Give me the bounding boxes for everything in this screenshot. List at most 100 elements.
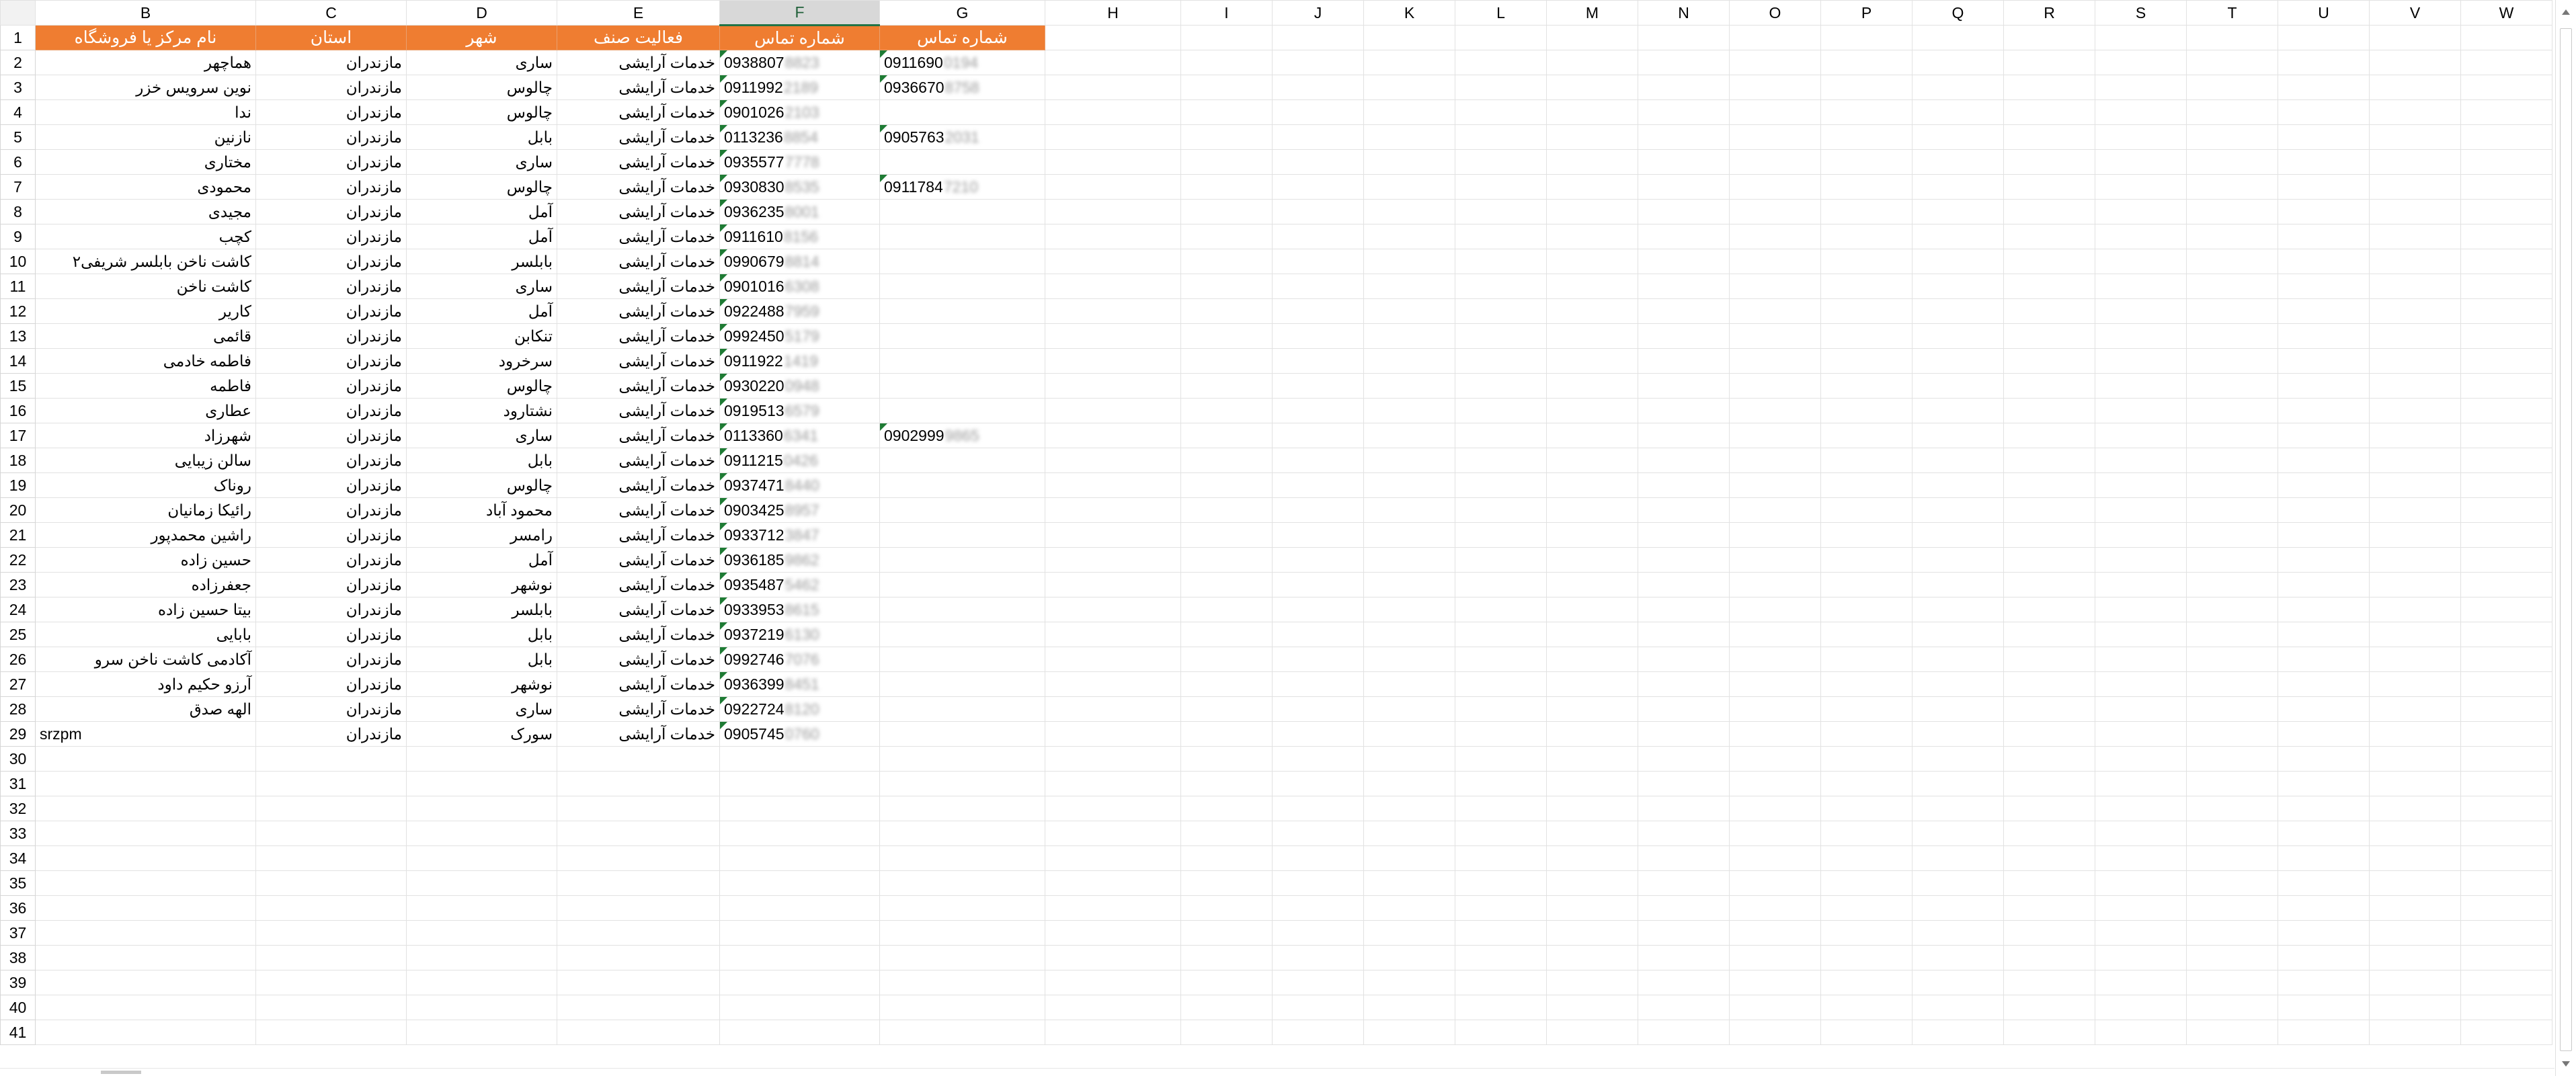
cell-name[interactable]: قائمی <box>35 323 256 349</box>
cell[interactable] <box>2278 895 2370 921</box>
cell[interactable] <box>1912 199 2004 224</box>
cell[interactable] <box>2186 821 2278 846</box>
cell-province[interactable]: مازندران <box>255 398 407 423</box>
error-indicator-icon[interactable] <box>720 200 727 207</box>
error-indicator-icon[interactable] <box>720 548 727 555</box>
cell[interactable] <box>1638 199 1730 224</box>
cell[interactable] <box>1729 995 1821 1020</box>
cell[interactable] <box>1729 174 1821 200</box>
cell[interactable] <box>2278 522 2370 548</box>
cell[interactable] <box>1045 771 1181 796</box>
cell[interactable] <box>2460 298 2552 324</box>
cell[interactable] <box>1820 647 1913 672</box>
cell[interactable] <box>1272 572 1364 597</box>
cell-activity[interactable]: خدمات آرایشی <box>557 99 720 125</box>
cell[interactable] <box>1363 274 1455 299</box>
cell[interactable] <box>1045 821 1181 846</box>
cell-phone-1[interactable]: 09010262103 <box>719 99 880 125</box>
cell[interactable] <box>406 771 557 796</box>
cell[interactable] <box>2003 75 2095 100</box>
cell[interactable] <box>1729 895 1821 921</box>
header-cell-phone-2[interactable]: شماره تماس <box>879 25 1045 50</box>
cell[interactable] <box>719 970 880 995</box>
cell[interactable] <box>2095 671 2187 697</box>
cell-city[interactable]: آمل <box>406 224 557 249</box>
header-cell-activity[interactable]: فعالیت صنف <box>557 25 720 50</box>
cell[interactable] <box>1180 75 1273 100</box>
cell[interactable] <box>2369 274 2461 299</box>
cell-phone-1[interactable]: 09361859862 <box>719 547 880 573</box>
cell[interactable] <box>2278 547 2370 573</box>
cell-city[interactable]: ساری <box>406 50 557 75</box>
cell[interactable] <box>1546 721 1638 747</box>
cell[interactable] <box>1363 696 1455 722</box>
row-header[interactable]: 1 <box>0 25 36 50</box>
cell-activity[interactable]: خدمات آرایشی <box>557 398 720 423</box>
cell[interactable] <box>879 945 1045 970</box>
cell-activity[interactable]: خدمات آرایشی <box>557 249 720 274</box>
cell-name[interactable]: نازنین <box>35 124 256 150</box>
cell[interactable] <box>2460 124 2552 150</box>
row-header[interactable]: 36 <box>0 895 36 921</box>
cell-city[interactable]: تنکابن <box>406 323 557 349</box>
cell[interactable] <box>1912 746 2004 772</box>
cell[interactable] <box>1180 25 1273 50</box>
cell[interactable] <box>1180 821 1273 846</box>
cell[interactable] <box>1363 398 1455 423</box>
cell[interactable] <box>2369 945 2461 970</box>
cell[interactable] <box>2278 298 2370 324</box>
cell-name[interactable]: ندا <box>35 99 256 125</box>
cell[interactable] <box>2369 75 2461 100</box>
cell[interactable] <box>2003 497 2095 523</box>
cell[interactable] <box>2095 696 2187 722</box>
cell-activity[interactable]: خدمات آرایشی <box>557 174 720 200</box>
row-header[interactable]: 37 <box>0 920 36 946</box>
cell[interactable] <box>1729 323 1821 349</box>
cell[interactable] <box>1912 99 2004 125</box>
cell[interactable] <box>1638 398 1730 423</box>
cell[interactable] <box>1272 796 1364 821</box>
cell[interactable] <box>2095 99 2187 125</box>
cell[interactable] <box>1045 597 1181 622</box>
row-header[interactable]: 27 <box>0 671 36 697</box>
cell[interactable] <box>2003 472 2095 498</box>
cell[interactable] <box>2278 398 2370 423</box>
cell[interactable] <box>1272 547 1364 573</box>
cell[interactable] <box>1638 323 1730 349</box>
cell-city[interactable]: بابلسر <box>406 597 557 622</box>
cell-phone-2[interactable]: 09057632031 <box>879 124 1045 150</box>
cell[interactable] <box>1045 249 1181 274</box>
cell[interactable] <box>1363 323 1455 349</box>
cell[interactable] <box>1912 174 2004 200</box>
cell[interactable] <box>1272 920 1364 946</box>
cell-phone-2[interactable] <box>879 348 1045 374</box>
cell[interactable] <box>1272 224 1364 249</box>
cell[interactable] <box>1820 124 1913 150</box>
cell[interactable] <box>1180 597 1273 622</box>
cell-activity[interactable]: خدمات آرایشی <box>557 75 720 100</box>
cell[interactable] <box>1180 945 1273 970</box>
cell[interactable] <box>2186 597 2278 622</box>
cell[interactable] <box>719 995 880 1020</box>
cell[interactable] <box>557 920 720 946</box>
cell[interactable] <box>2186 298 2278 324</box>
cell[interactable] <box>1272 945 1364 970</box>
cell[interactable] <box>1272 696 1364 722</box>
cell[interactable] <box>2095 721 2187 747</box>
column-header[interactable]: K <box>1363 0 1455 26</box>
cell[interactable] <box>1546 472 1638 498</box>
cell[interactable] <box>2003 249 2095 274</box>
cell-province[interactable]: مازندران <box>255 597 407 622</box>
scroll-down-arrow-icon[interactable] <box>2562 1061 2570 1067</box>
cell[interactable] <box>35 895 256 921</box>
error-indicator-icon[interactable] <box>720 249 727 257</box>
cell-phone-1[interactable]: 09119922189 <box>719 75 880 100</box>
cell[interactable] <box>2003 298 2095 324</box>
cell[interactable] <box>35 845 256 871</box>
cell-phone-1[interactable]: 01132368854 <box>719 124 880 150</box>
cell[interactable] <box>1045 845 1181 871</box>
cell[interactable] <box>1455 1020 1547 1045</box>
cell-city[interactable]: بابل <box>406 622 557 647</box>
cell[interactable] <box>2095 597 2187 622</box>
cell[interactable] <box>255 821 407 846</box>
